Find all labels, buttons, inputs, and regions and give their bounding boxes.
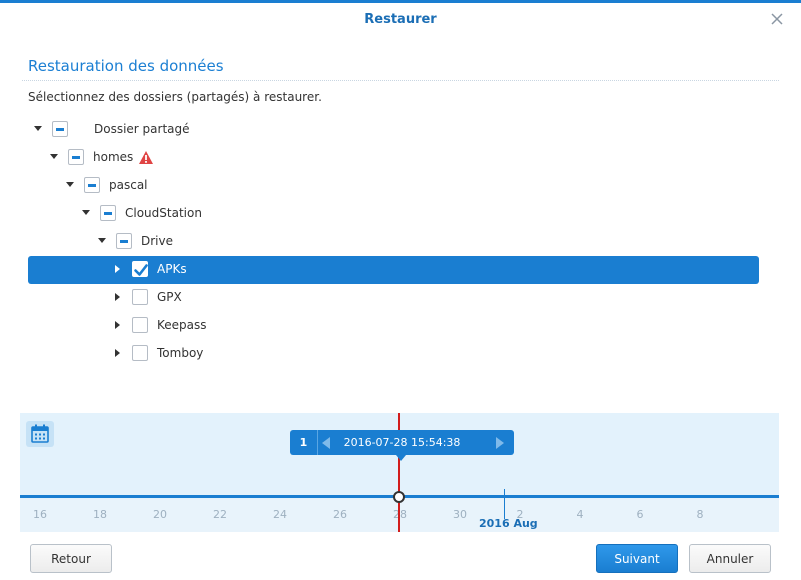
tree-row[interactable]: Dossier partagé: [28, 116, 759, 144]
timeline-tick-label: 8: [696, 508, 704, 521]
tree-row[interactable]: Tomboy: [28, 340, 759, 368]
tree-item-label: pascal: [109, 178, 148, 192]
tree-checkbox[interactable]: [132, 261, 148, 277]
timeline-tick-label: 30: [453, 508, 467, 521]
tree-item-label: Keepass: [157, 318, 207, 332]
expand-arrow-icon[interactable]: [115, 349, 120, 357]
tree-checkbox[interactable]: [116, 233, 132, 249]
timeline-tick-label: 28: [393, 508, 407, 521]
back-button[interactable]: Retour: [30, 544, 112, 573]
tree-row[interactable]: Keepass: [28, 312, 759, 340]
tree-item-label: CloudStation: [125, 206, 202, 220]
tree-checkbox[interactable]: [100, 205, 116, 221]
dialog-titlebar: Restaurer: [0, 3, 801, 39]
version-timeline[interactable]: 16 18 20 22 24 26 28 30 2 4 6 8 2016 Aug 1 2016-07-…: [20, 413, 779, 532]
tree-row[interactable]: homes: [28, 144, 759, 172]
timeline-tick-label: 26: [333, 508, 347, 521]
timeline-tick-label: 20: [153, 508, 167, 521]
timeline-tick-label: 16: [33, 508, 47, 521]
section-divider: [22, 80, 779, 81]
collapse-arrow-icon[interactable]: [50, 154, 58, 159]
timeline-tick-label: 22: [213, 508, 227, 521]
tree-row[interactable]: pascal: [28, 172, 759, 200]
tree-checkbox[interactable]: [132, 289, 148, 305]
timeline-tick-label: 24: [273, 508, 287, 521]
tree-checkbox[interactable]: [84, 177, 100, 193]
version-badge-pointer: [396, 455, 406, 461]
warning-icon: [138, 150, 154, 168]
dialog-title: Restaurer: [364, 12, 437, 27]
version-count: 1: [290, 430, 318, 455]
tree-item-label: APKs: [157, 262, 187, 276]
tree-checkbox[interactable]: [132, 317, 148, 333]
timeline-tick-label: 18: [93, 508, 107, 521]
collapse-arrow-icon[interactable]: [34, 126, 42, 131]
month-label: 2016 Aug: [479, 517, 538, 530]
expand-arrow-icon[interactable]: [115, 265, 120, 273]
tree-row[interactable]: APKs: [28, 256, 759, 284]
previous-version-icon[interactable]: [322, 437, 330, 449]
tree-item-label: homes: [93, 150, 134, 164]
tree-row[interactable]: CloudStation: [28, 200, 759, 228]
tree-checkbox[interactable]: [52, 121, 68, 137]
calendar-icon: [31, 424, 49, 443]
tree-row[interactable]: Drive: [28, 228, 759, 256]
next-button[interactable]: Suivant: [596, 544, 678, 573]
calendar-button[interactable]: [26, 421, 54, 447]
expand-arrow-icon[interactable]: [115, 321, 120, 329]
version-badge: 1 2016-07-28 15:54:38: [290, 430, 514, 455]
collapse-arrow-icon[interactable]: [66, 182, 74, 187]
timeline-tick-label: 4: [576, 508, 584, 521]
tree-item-label: Dossier partagé: [94, 122, 190, 136]
instruction-text: Sélectionnez des dossiers (partagés) à r…: [28, 90, 322, 104]
tree-row[interactable]: GPX: [28, 284, 759, 312]
tree-checkbox[interactable]: [68, 149, 84, 165]
tree-item-label: GPX: [157, 290, 182, 304]
timeline-tick-label: 6: [636, 508, 644, 521]
timeline-handle[interactable]: [393, 491, 405, 503]
expand-arrow-icon[interactable]: [115, 293, 120, 301]
collapse-arrow-icon[interactable]: [98, 238, 106, 243]
tree-checkbox[interactable]: [132, 345, 148, 361]
cancel-button[interactable]: Annuler: [689, 544, 771, 573]
section-title: Restauration des données: [28, 57, 224, 75]
next-version-icon[interactable]: [496, 437, 504, 449]
tree-item-label: Tomboy: [157, 346, 204, 360]
tree-item-label: Drive: [141, 234, 173, 248]
close-icon[interactable]: [769, 11, 785, 27]
version-datetime: 2016-07-28 15:54:38: [343, 436, 461, 449]
month-marker: [504, 489, 505, 519]
collapse-arrow-icon[interactable]: [82, 210, 90, 215]
